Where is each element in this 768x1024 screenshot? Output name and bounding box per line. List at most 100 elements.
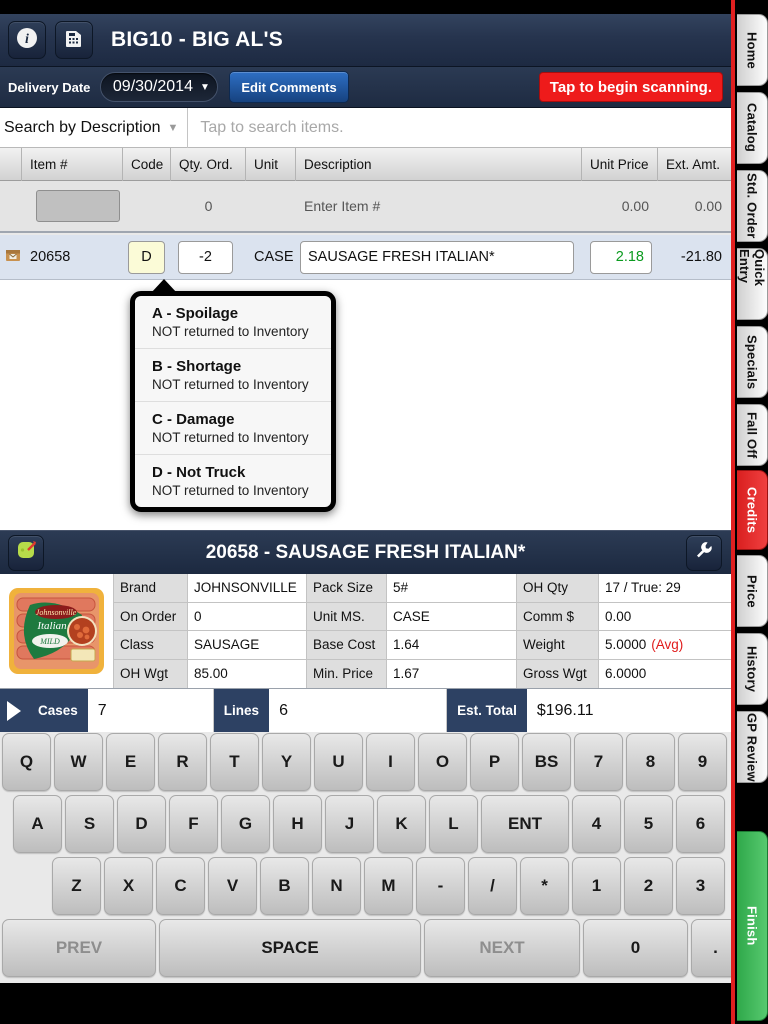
key-bs[interactable]: BS <box>522 733 571 791</box>
sidebar-tab-finish[interactable]: Finish <box>737 831 768 1021</box>
detail-value-brand: JOHNSONVILLE <box>187 574 306 603</box>
key-2[interactable]: 2 <box>624 857 673 915</box>
sidebar-tab-history[interactable]: History <box>737 633 768 705</box>
sidebar-tab-price[interactable]: Price <box>737 555 768 627</box>
chevron-down-icon: ▼ <box>199 81 210 93</box>
key-v[interactable]: V <box>208 857 257 915</box>
edit-comments-button[interactable]: Edit Comments <box>229 71 349 103</box>
key-6[interactable]: 6 <box>676 795 725 853</box>
key-slash[interactable]: / <box>468 857 517 915</box>
popup-option-title: B - Shortage <box>152 358 242 375</box>
search-input[interactable]: Tap to search items. <box>188 119 731 137</box>
price-tag-button[interactable] <box>8 534 44 571</box>
code-field[interactable]: D <box>128 240 165 274</box>
key-0[interactable]: 0 <box>583 919 688 977</box>
search-mode-dropdown[interactable]: Search by Description <box>4 119 161 137</box>
sidebar-tab-specials[interactable]: Specials <box>737 326 768 398</box>
key-e[interactable]: E <box>106 733 155 791</box>
detail-value-gross-wgt: 6.0000 <box>598 659 731 688</box>
key-l[interactable]: L <box>429 795 478 853</box>
key-p[interactable]: P <box>470 733 519 791</box>
key-a[interactable]: A <box>13 795 62 853</box>
key-1[interactable]: 1 <box>572 857 621 915</box>
key-next[interactable]: NEXT <box>424 919 580 977</box>
totals-bar: Cases 7 Lines 6 Est. Total $196.11 <box>0 688 731 732</box>
key-7[interactable]: 7 <box>574 733 623 791</box>
key-y[interactable]: Y <box>262 733 311 791</box>
box-icon <box>5 247 21 267</box>
key-space[interactable]: SPACE <box>159 919 421 977</box>
item-number-input[interactable] <box>36 190 120 222</box>
key-9[interactable]: 9 <box>678 733 727 791</box>
popup-option-b[interactable]: B - Shortage NOT returned to Inventory <box>135 349 331 402</box>
sidebar-tab-catalog[interactable]: Catalog <box>737 92 768 164</box>
key-b[interactable]: B <box>260 857 309 915</box>
delivery-date-dropdown[interactable]: 09/30/2014 ▼ <box>100 72 219 102</box>
item-entry-row[interactable]: 0 Enter Item # 0.00 0.00 <box>0 181 731 233</box>
key-z[interactable]: Z <box>52 857 101 915</box>
key-8[interactable]: 8 <box>626 733 675 791</box>
expand-button[interactable] <box>0 689 28 732</box>
row-description-cell[interactable]: SAUSAGE FRESH ITALIAN* <box>296 235 582 280</box>
settings-wrench-button[interactable] <box>686 534 722 571</box>
begin-scanning-button[interactable]: Tap to begin scanning. <box>538 72 723 102</box>
row-code-cell[interactable]: D <box>123 235 171 280</box>
key-s[interactable]: S <box>65 795 114 853</box>
detail-value-base-cost: 1.64 <box>386 631 516 660</box>
key-prev[interactable]: PREV <box>2 919 156 977</box>
key-x[interactable]: X <box>104 857 153 915</box>
key-5[interactable]: 5 <box>624 795 673 853</box>
info-button[interactable]: i <box>8 21 46 59</box>
sidebar-tab-fall-off[interactable]: Fall Off <box>737 404 768 466</box>
sidebar-tab-home[interactable]: Home <box>737 14 768 86</box>
key-i[interactable]: I <box>366 733 415 791</box>
description-field[interactable]: SAUSAGE FRESH ITALIAN* <box>300 240 574 274</box>
est-total-value: $196.11 <box>526 689 731 732</box>
row-unit-price-cell[interactable]: 2.18 <box>582 235 658 280</box>
sidebar-tab-gp-review[interactable]: GP Review <box>737 711 768 783</box>
unit-price-field[interactable]: 2.18 <box>590 240 652 274</box>
entry-description-placeholder[interactable]: Enter Item # <box>296 180 582 232</box>
popup-option-d[interactable]: D - Not Truck NOT returned to Inventory <box>135 455 331 507</box>
key-o[interactable]: O <box>418 733 467 791</box>
key-f[interactable]: F <box>169 795 218 853</box>
sidebar-tab-credits[interactable]: Credits <box>737 470 768 550</box>
detail-key-unit-ms: Unit MS. <box>306 602 386 631</box>
key-d[interactable]: D <box>117 795 166 853</box>
key-t[interactable]: T <box>210 733 259 791</box>
calculator-button[interactable] <box>55 21 93 59</box>
key-minus[interactable]: - <box>416 857 465 915</box>
lines-value: 6 <box>269 689 448 732</box>
key-c[interactable]: C <box>156 857 205 915</box>
popup-option-c[interactable]: C - Damage NOT returned to Inventory <box>135 402 331 455</box>
row-qty-cell[interactable]: -2 <box>171 235 246 280</box>
detail-value-pack-size: 5# <box>386 574 516 603</box>
key-m[interactable]: M <box>364 857 413 915</box>
chevron-down-icon[interactable]: ▼ <box>168 122 179 134</box>
key-4[interactable]: 4 <box>572 795 621 853</box>
key-star[interactable]: * <box>520 857 569 915</box>
key-j[interactable]: J <box>325 795 374 853</box>
popup-option-a[interactable]: A - Spoilage NOT returned to Inventory <box>135 296 331 349</box>
key-q[interactable]: Q <box>2 733 51 791</box>
key-k[interactable]: K <box>377 795 426 853</box>
page-title: BIG10 - BIG AL'S <box>111 28 283 51</box>
sidebar-tab-quick-entry[interactable]: Quick Entry <box>737 248 768 320</box>
key-3[interactable]: 3 <box>676 857 725 915</box>
entry-code-cell[interactable] <box>123 180 171 232</box>
keyboard-row-4: PREV SPACE NEXT 0. <box>2 919 731 977</box>
key-ent[interactable]: ENT <box>481 795 569 853</box>
key-u[interactable]: U <box>314 733 363 791</box>
entry-qty-value[interactable]: 0 <box>171 180 246 232</box>
key-n[interactable]: N <box>312 857 361 915</box>
table-row[interactable]: 20658 D -2 CASE SAUSAGE FRESH ITALIAN* 2… <box>0 235 731 280</box>
delivery-date-value: 09/30/2014 <box>112 78 193 95</box>
key-h[interactable]: H <box>273 795 322 853</box>
sidebar-tab-std-order[interactable]: Std. Order <box>737 170 768 242</box>
key-dot[interactable]: . <box>691 919 731 977</box>
key-r[interactable]: R <box>158 733 207 791</box>
qty-field[interactable]: -2 <box>178 240 233 274</box>
key-w[interactable]: W <box>54 733 103 791</box>
key-g[interactable]: G <box>221 795 270 853</box>
detail-key-comm: Comm $ <box>516 602 598 631</box>
